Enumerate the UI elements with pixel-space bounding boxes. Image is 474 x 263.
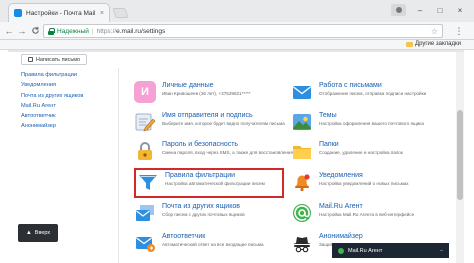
maximize-button[interactable]: □ — [432, 4, 448, 16]
settings-item-desc: Настройка Mail.Ru Агента в веб-интерфейс… — [319, 212, 415, 217]
new-tab-button[interactable] — [112, 8, 129, 18]
title-bar: Настройки - Почта Mail.Ru × – □ × — [0, 0, 474, 22]
bookmark-folder-icon — [406, 41, 414, 47]
agent-bar-label: Mail.Ru Агент — [348, 247, 383, 254]
settings-item-title: Mail.Ru Агент — [319, 203, 363, 210]
profile-icon[interactable] — [391, 4, 406, 16]
settings-item-notifications[interactable]: Уведомления Настройка уведомлений о новы… — [291, 170, 453, 200]
scroll-top-label: Вверх — [34, 230, 51, 236]
settings-item-title: Темы — [319, 112, 337, 119]
settings-item-title: Почта из других ящиков — [162, 203, 240, 210]
back-arrow-icon[interactable]: ← — [3, 24, 15, 37]
browser-menu-icon[interactable]: ⋮ — [453, 25, 465, 37]
agent-status-icon — [338, 247, 344, 254]
address-bar[interactable]: Надежный | https://e.mail.ru/settings ☆ — [43, 24, 443, 38]
settings-item-desc: Выберите имя, которое будет видно получа… — [162, 121, 285, 126]
close-tab-icon[interactable]: × — [100, 10, 104, 17]
settings-item-title: Уведомления — [319, 172, 363, 179]
signature-pen-icon — [134, 111, 156, 133]
settings-item-desc: Смена пароля, вход через SMS, а также дл… — [162, 150, 293, 155]
settings-item-desc: Настройка уведомлений о новых письмах — [319, 181, 409, 186]
settings-item-password[interactable]: Пароль и безопасность Смена пароля, вход… — [134, 139, 296, 169]
scrollbar-thumb[interactable] — [457, 110, 463, 200]
settings-item-letters[interactable]: Работа с письмами Отображение писем, отп… — [291, 80, 453, 110]
settings-item-title: Имя отправителя и подпись — [162, 112, 253, 119]
settings-item-title: Анонимайзер — [319, 233, 363, 240]
compose-label: Написать письмо — [35, 56, 81, 63]
settings-item-desc: Создание, удаление и настройка папок — [319, 150, 403, 155]
minimize-button[interactable]: – — [412, 4, 428, 16]
tab-title: Настройки - Почта Mail.Ru — [26, 9, 96, 17]
browser-toolbar: ← → Надежный | https://e.mail.ru/setting… — [0, 22, 474, 40]
mailboxes-icon — [134, 202, 156, 224]
compose-button[interactable]: Написать письмо — [21, 54, 87, 65]
settings-item-folders[interactable]: Папки Создание, удаление и настройка пап… — [291, 139, 453, 169]
settings-item-desc: Иван Кривошеев (36 лет), +37529621***** — [162, 91, 251, 96]
spy-hat-icon — [291, 232, 313, 254]
settings-item-personal[interactable]: И Личные данные Иван Кривошеев (36 лет),… — [134, 80, 296, 110]
close-window-button[interactable]: × — [452, 4, 468, 16]
settings-item-title: Папки — [319, 141, 339, 148]
settings-item-desc: Автоматический ответ на все входящие пис… — [162, 242, 264, 247]
bookmark-star-icon[interactable]: ☆ — [431, 27, 438, 36]
mailru-favicon-icon — [14, 9, 22, 17]
up-arrow-icon: ▲ — [25, 230, 32, 236]
compose-pencil-icon — [27, 57, 33, 62]
settings-item-title: Пароль и безопасность — [162, 141, 239, 148]
sidebar-item-notifications[interactable]: Уведомления — [21, 80, 111, 90]
header-divider — [8, 50, 464, 52]
envelope-icon — [291, 81, 313, 103]
url-text: https://e.mail.ru/settings — [96, 27, 166, 35]
settings-item-other-mailboxes[interactable]: Почта из других ящиков Сбор писем с друг… — [134, 201, 296, 231]
settings-page: Написать письмо Правила фильтрации Уведо… — [8, 50, 464, 263]
sidebar-item-agent[interactable]: Mail.Ru Агент — [21, 101, 111, 111]
agent-at-icon — [291, 202, 313, 224]
settings-item-desc: Отображение писем, отправка подписи наст… — [319, 91, 427, 96]
settings-sidebar: Правила фильтрации Уведомления Почта из … — [21, 70, 111, 132]
settings-item-desc: Сбор писем с других почтовых ящиков — [162, 212, 245, 217]
agent-bar[interactable]: Mail.Ru Агент – — [332, 243, 449, 258]
sidebar-divider — [118, 68, 119, 263]
folder-icon — [291, 140, 313, 162]
other-bookmarks-label: Другие закладки — [415, 41, 461, 47]
avatar-initial-icon: И — [134, 81, 156, 103]
settings-item-autoreply[interactable]: Автоответчик Автоматический ответ на все… — [134, 231, 296, 261]
settings-item-title: Работа с письмами — [319, 82, 382, 89]
sidebar-item-anonymizer[interactable]: Анонимайзер — [21, 121, 111, 131]
other-bookmarks[interactable]: Другие закладки — [406, 41, 461, 47]
highlight-frame — [134, 168, 284, 198]
padlock-icon — [134, 140, 156, 162]
bookmarks-bar: Другие закладки — [0, 40, 474, 50]
settings-item-agent[interactable]: Mail.Ru Агент Настройка Mail.Ru Агента в… — [291, 201, 453, 231]
theme-picture-icon — [291, 111, 313, 133]
reload-icon[interactable] — [29, 24, 41, 37]
settings-item-desc: Настройка оформления вашего почтового ящ… — [319, 121, 424, 126]
sidebar-item-autoreply[interactable]: Автоответчик — [21, 111, 111, 121]
page-scrollbar[interactable] — [456, 52, 464, 263]
agent-minimize-icon[interactable]: – — [440, 248, 443, 254]
settings-item-signature[interactable]: Имя отправителя и подпись Выберите имя, … — [134, 110, 296, 140]
settings-item-title: Личные данные — [162, 82, 214, 89]
tab-settings[interactable]: Настройки - Почта Mail.Ru × — [8, 3, 110, 22]
bell-icon — [291, 171, 313, 193]
url-separator: | — [91, 27, 94, 35]
sidebar-item-filters[interactable]: Правила фильтрации — [21, 70, 111, 80]
secure-label: Надежный — [57, 27, 89, 35]
settings-item-themes[interactable]: Темы Настройка оформления вашего почтово… — [291, 110, 453, 140]
lock-icon — [48, 27, 55, 35]
forward-arrow-icon[interactable]: → — [16, 24, 28, 37]
settings-item-title: Автоответчик — [162, 233, 206, 240]
sidebar-item-other-mailboxes[interactable]: Почта из других ящиков — [21, 91, 111, 101]
scroll-top-button[interactable]: ▲ Вверх — [18, 224, 58, 242]
autoreply-icon — [134, 232, 156, 254]
